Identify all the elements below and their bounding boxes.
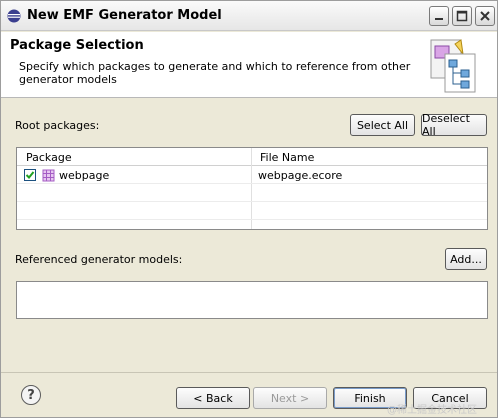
generator-model-wizard-icon <box>430 39 476 93</box>
column-header-package[interactable]: Package <box>26 151 72 164</box>
column-header-file-name[interactable]: File Name <box>260 151 314 164</box>
eclipse-app-icon <box>7 9 21 23</box>
root-packages-table[interactable]: Package File Name webpage webpage.ecore <box>16 147 488 230</box>
package-file-name: webpage.ecore <box>258 169 343 182</box>
maximize-icon <box>456 10 468 22</box>
watermark-text: @稀土掘金技术社区 <box>387 405 477 416</box>
page-title: Package Selection <box>10 38 144 53</box>
close-button[interactable] <box>475 6 495 26</box>
page-description: Specify which packages to generate and w… <box>19 60 411 86</box>
package-checkbox[interactable] <box>24 169 36 181</box>
table-header: Package File Name <box>17 148 487 166</box>
referenced-models-label: Referenced generator models: <box>15 253 183 266</box>
back-button[interactable]: < Back <box>176 387 250 409</box>
package-name: webpage <box>59 169 110 182</box>
next-button[interactable]: Next > <box>253 387 327 409</box>
package-icon <box>42 169 55 182</box>
select-all-button[interactable]: Select All <box>350 114 415 136</box>
help-icon[interactable]: ? <box>21 385 41 405</box>
add-button[interactable]: Add... <box>445 248 487 270</box>
deselect-all-button[interactable]: Deselect All <box>421 112 487 138</box>
table-row-empty <box>17 185 487 202</box>
referenced-models-list[interactable] <box>16 281 488 319</box>
table-row[interactable]: webpage webpage.ecore <box>17 167 487 184</box>
footer-separator <box>1 372 497 373</box>
title-bar[interactable]: New EMF Generator Model <box>1 1 497 31</box>
maximize-button[interactable] <box>452 6 472 26</box>
table-row-empty <box>17 203 487 220</box>
root-packages-label: Root packages: <box>15 119 100 132</box>
close-icon <box>480 11 490 21</box>
minimize-icon <box>435 18 443 20</box>
checkmark-icon <box>25 171 35 179</box>
minimize-button[interactable] <box>429 6 449 26</box>
window-title: New EMF Generator Model <box>27 8 222 23</box>
wizard-header: Package Selection Specify which packages… <box>1 32 497 98</box>
dialog-window: New EMF Generator Model Package Selectio… <box>0 0 498 418</box>
